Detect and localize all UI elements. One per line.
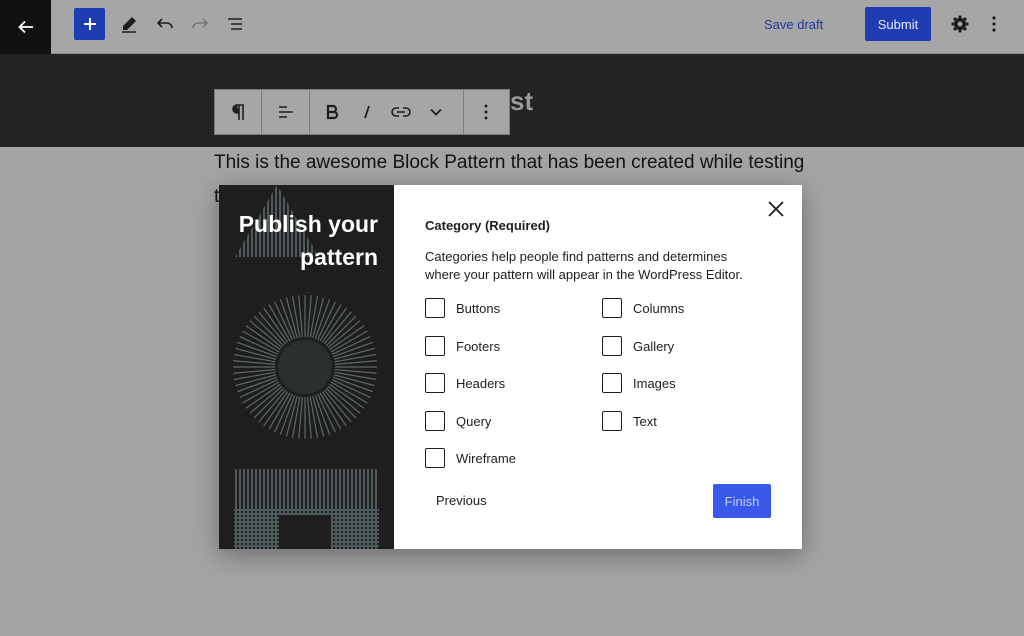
redo-button[interactable] <box>184 8 216 40</box>
undo-button[interactable] <box>149 8 181 40</box>
list-view-button[interactable] <box>219 8 251 40</box>
checkbox-label: Columns <box>633 300 685 316</box>
checkbox[interactable] <box>425 373 445 393</box>
category-heading: Category (Required) <box>425 218 550 233</box>
previous-button[interactable]: Previous <box>425 485 498 515</box>
checkbox[interactable] <box>602 373 622 393</box>
arrow-left-icon <box>17 20 33 34</box>
plus-icon <box>83 18 96 30</box>
checkbox[interactable] <box>602 336 622 356</box>
align-button[interactable] <box>262 90 308 134</box>
tools-button[interactable] <box>113 8 145 40</box>
category-checkbox-wireframe[interactable]: Wireframe <box>425 448 516 468</box>
close-icon <box>768 201 784 217</box>
checkbox[interactable] <box>425 336 445 356</box>
modal-sidebar: Publish your pattern <box>219 185 394 549</box>
list-view-icon <box>228 18 242 30</box>
options-button[interactable] <box>978 8 1010 40</box>
chevron-down-icon <box>430 108 442 116</box>
add-block-button[interactable] <box>74 8 105 40</box>
finish-button[interactable]: Finish <box>713 484 771 518</box>
more-vertical-icon <box>992 16 996 32</box>
checkbox-label: Text <box>633 413 657 429</box>
checkbox-label: Gallery <box>633 338 675 354</box>
checkbox[interactable] <box>602 411 622 431</box>
category-checkbox-text[interactable]: Text <box>602 411 657 431</box>
bold-icon <box>327 104 339 120</box>
settings-button[interactable] <box>944 8 976 40</box>
link-icon <box>391 107 412 117</box>
checkbox[interactable] <box>425 298 445 318</box>
checkbox-label: Buttons <box>456 300 501 316</box>
post-title[interactable]: st <box>510 86 533 117</box>
undo-icon <box>156 18 173 29</box>
align-icon <box>278 106 293 118</box>
category-checkbox-query[interactable]: Query <box>425 411 491 431</box>
checkbox-label: Wireframe <box>456 450 516 466</box>
gear-icon <box>951 15 969 33</box>
bold-button[interactable] <box>310 90 355 134</box>
checkbox[interactable] <box>425 448 445 468</box>
back-button[interactable] <box>0 0 51 54</box>
close-button[interactable] <box>764 197 788 221</box>
checkbox[interactable] <box>425 411 445 431</box>
pencil-icon <box>122 17 136 33</box>
publish-pattern-modal: Publish your pattern Category (Required)… <box>219 185 802 549</box>
italic-button[interactable] <box>355 90 379 134</box>
category-help-text: Categories help people find patterns and… <box>425 249 743 282</box>
block-options-button[interactable] <box>464 90 509 134</box>
more-rich-text-button[interactable] <box>424 90 449 134</box>
block-toolbar <box>214 89 510 135</box>
category-checkbox-footers[interactable]: Footers <box>425 336 500 356</box>
modal-content: Category (Required) Categories help peop… <box>394 185 802 549</box>
link-button[interactable] <box>379 90 424 134</box>
pilcrow-icon <box>232 104 245 120</box>
checkbox-label: Footers <box>456 338 501 354</box>
save-draft-button[interactable]: Save draft <box>752 8 835 40</box>
category-checkbox-buttons[interactable]: Buttons <box>425 298 500 318</box>
more-vertical-icon <box>484 104 488 120</box>
category-checkbox-headers[interactable]: Headers <box>425 373 505 393</box>
category-checkbox-columns[interactable]: Columns <box>602 298 684 318</box>
checkbox-label: Query <box>456 413 492 429</box>
checkbox-label: Images <box>633 375 676 391</box>
category-checkbox-gallery[interactable]: Gallery <box>602 336 674 356</box>
paragraph-button[interactable] <box>215 90 261 134</box>
checkbox-label: Headers <box>456 375 506 391</box>
top-toolbar: Save draft Submit <box>0 0 1024 54</box>
submit-button[interactable]: Submit <box>865 7 931 41</box>
modal-side-title: Publish your pattern <box>238 211 378 270</box>
category-checkbox-images[interactable]: Images <box>602 373 676 393</box>
paragraph-block[interactable]: This is the awesome Block Pattern that h… <box>214 152 804 174</box>
italic-icon <box>363 105 370 119</box>
checkbox[interactable] <box>602 298 622 318</box>
redo-icon <box>192 18 209 29</box>
